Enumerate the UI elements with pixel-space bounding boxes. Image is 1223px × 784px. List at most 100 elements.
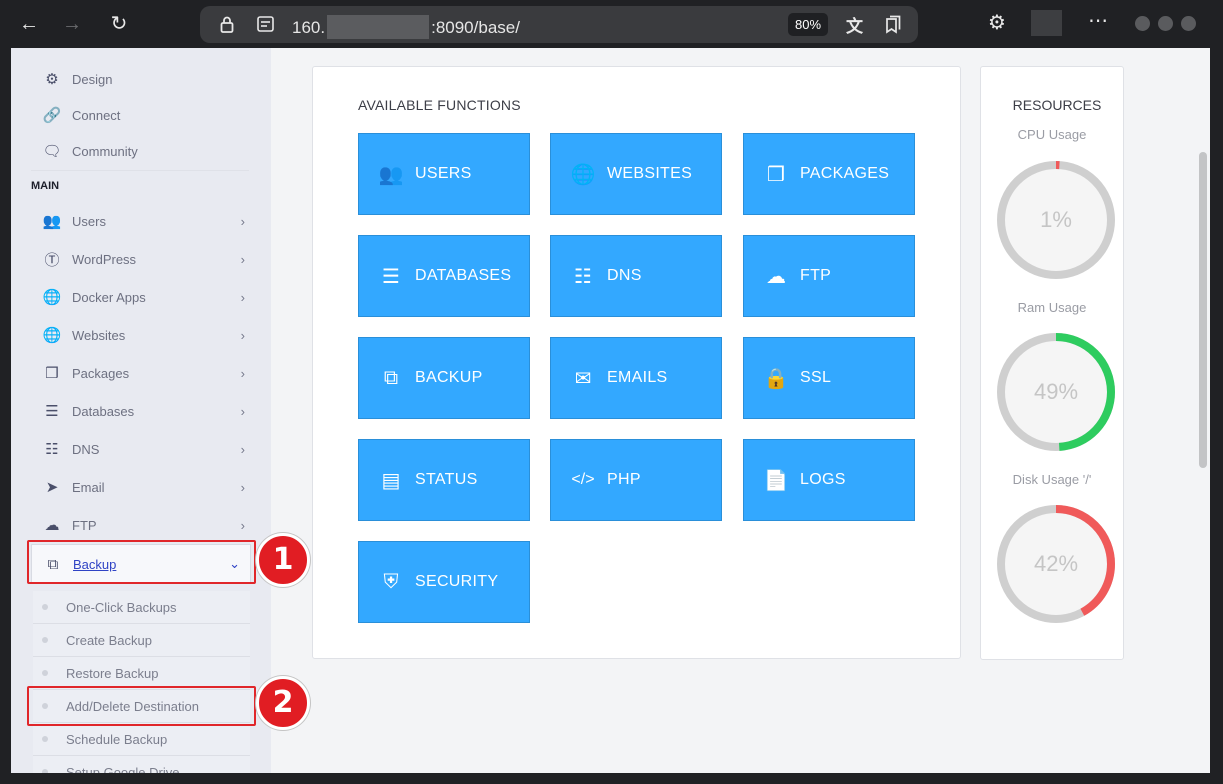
database-icon: ☰: [382, 265, 400, 288]
tile-status[interactable]: ▤ STATUS: [358, 439, 530, 521]
highlight-box-backup: [27, 540, 256, 584]
sidebar-item-wordpress[interactable]: Ⓣ WordPress ›: [31, 243, 249, 275]
submenu-item-label: Restore Backup: [66, 665, 159, 681]
chevron-right-icon: ›: [240, 251, 245, 267]
lock-icon: [220, 16, 234, 33]
sidebar-item-design[interactable]: ⚙ Design: [31, 63, 249, 95]
tile-label: WEBSITES: [607, 165, 693, 182]
forward-arrow-icon[interactable]: →: [58, 10, 86, 38]
sidebar-item-dns[interactable]: ☷ DNS ›: [31, 433, 249, 465]
sidebar-item-databases[interactable]: ☰ Databases ›: [31, 395, 249, 427]
sidebar-item-websites[interactable]: 🌐 Websites ›: [31, 319, 249, 351]
window-control-dot[interactable]: [1158, 16, 1173, 31]
sidebar: ● ⚙ Design 🔗 Connect 🗨 Community MAIN 👥 …: [11, 48, 271, 773]
envelope-icon: ✉: [574, 367, 592, 390]
sidebar-item-packages[interactable]: ❒ Packages ›: [31, 357, 249, 389]
submenu-item-setup-google-drive[interactable]: Setup Google Drive: [33, 756, 250, 773]
sidebar-item-docker-apps[interactable]: 🌐 Docker Apps ›: [31, 281, 249, 313]
globe-icon: 🌐: [42, 327, 62, 344]
url-prefix: 160.: [292, 18, 326, 37]
chevron-right-icon: ›: [240, 403, 245, 419]
tile-websites[interactable]: 🌐 WEBSITES: [550, 133, 722, 215]
back-arrow-icon[interactable]: ←: [15, 10, 43, 38]
sidebar-item-partial[interactable]: ●: [31, 48, 249, 50]
tile-label: DNS: [607, 267, 642, 284]
tile-packages[interactable]: ❒ PACKAGES: [743, 133, 915, 215]
bookmarks-icon[interactable]: [884, 15, 902, 34]
chat-icon: 🗨: [42, 143, 62, 160]
tile-label: USERS: [415, 165, 472, 182]
browser-toolbar: ← → ↻ 160. :8090/base/ 80% 文 ⚙ ⋯: [0, 0, 1223, 48]
cubes-icon: ❒: [45, 365, 59, 382]
sitemap-icon: ☷: [45, 441, 59, 458]
tile-logs[interactable]: 📄 LOGS: [743, 439, 915, 521]
reload-icon[interactable]: ↻: [105, 10, 133, 38]
tile-ssl[interactable]: 🔒 SSL: [743, 337, 915, 419]
sitemap-icon: ☷: [574, 265, 592, 288]
tile-dns[interactable]: ☷ DNS: [550, 235, 722, 317]
extensions-icon[interactable]: ⚙: [988, 10, 1006, 35]
chevron-right-icon: ›: [240, 365, 245, 381]
sidebar-item-connect[interactable]: 🔗 Connect: [31, 99, 249, 131]
more-menu-icon[interactable]: ⋯: [1088, 8, 1109, 33]
sidebar-item-users[interactable]: 👥 Users ›: [31, 205, 249, 237]
sidebar-item-label: Users: [72, 213, 106, 229]
paper-plane-icon: ➤: [45, 479, 59, 496]
chevron-right-icon: ›: [240, 327, 245, 343]
step-number-badge: 2: [256, 676, 310, 730]
tile-security[interactable]: ⛨ SECURITY: [358, 541, 530, 623]
bullet: [42, 769, 48, 773]
url-suffix: :8090/base/: [431, 18, 520, 37]
code-icon: </>: [571, 471, 595, 488]
submenu-item-create-backup[interactable]: Create Backup: [33, 624, 250, 657]
zoom-badge[interactable]: 80%: [788, 13, 828, 36]
panel-title: AVAILABLE FUNCTIONS: [358, 97, 521, 113]
profile-avatar[interactable]: [1031, 10, 1062, 36]
tile-databases[interactable]: ☰ DATABASES: [358, 235, 530, 317]
gear-icon: ⚙: [45, 71, 59, 88]
sidebar-item-email[interactable]: ➤ Email ›: [31, 471, 249, 503]
tile-emails[interactable]: ✉ EMAILS: [550, 337, 722, 419]
scrollbar-thumb[interactable]: [1199, 152, 1207, 468]
sidebar-item-label: FTP: [72, 517, 97, 533]
submenu-item-label: One-Click Backups: [66, 599, 177, 615]
cloud-upload-icon: ☁: [44, 517, 60, 534]
link-icon: 🔗: [42, 107, 62, 124]
wordpress-icon: Ⓣ: [44, 251, 60, 269]
translate-icon[interactable]: 文: [846, 12, 863, 37]
chevron-right-icon: ›: [240, 289, 245, 305]
cloud-upload-icon: ☁: [766, 265, 786, 288]
site-info-icon[interactable]: [257, 16, 274, 32]
tile-label: FTP: [800, 267, 832, 284]
window-control-dot[interactable]: [1135, 16, 1150, 31]
submenu-item-label: Setup Google Drive: [66, 764, 180, 774]
tile-backup[interactable]: ⧉ BACKUP: [358, 337, 530, 419]
tile-label: LOGS: [800, 471, 846, 488]
submenu-item-label: Schedule Backup: [66, 731, 168, 747]
tile-label: SSL: [800, 369, 832, 386]
page-viewport: ● ⚙ Design 🔗 Connect 🗨 Community MAIN 👥 …: [11, 48, 1210, 773]
tile-label: PACKAGES: [800, 165, 890, 182]
gauge-label-cpu: CPU Usage: [1017, 127, 1087, 142]
tile-ftp[interactable]: ☁ FTP: [743, 235, 915, 317]
url-text[interactable]: 160. :8090/base/: [292, 15, 520, 39]
submenu-item-schedule-backup[interactable]: Schedule Backup: [33, 723, 250, 756]
server-icon: ▤: [381, 469, 401, 492]
submenu-item-one-click-backups[interactable]: One-Click Backups: [33, 591, 250, 624]
redacted-ip-mask: [327, 15, 430, 39]
tile-label: BACKUP: [415, 369, 483, 386]
tile-php[interactable]: </> PHP: [550, 439, 722, 521]
window-control-dot[interactable]: [1181, 16, 1196, 31]
sidebar-item-ftp[interactable]: ☁ FTP ›: [31, 509, 249, 541]
address-bar[interactable]: 160. :8090/base/ 80% 文: [200, 6, 918, 43]
users-icon: 👥: [378, 163, 404, 186]
copy-icon: ⧉: [383, 366, 399, 389]
sidebar-item-community[interactable]: 🗨 Community: [31, 135, 249, 167]
tile-users[interactable]: 👥 USERS: [358, 133, 530, 215]
sidebar-item-label: Email: [72, 479, 105, 495]
gauge-value-cpu: 1%: [1040, 207, 1072, 232]
bullet: [42, 670, 48, 676]
sidebar-item-label: DNS: [72, 441, 100, 457]
resources-title: RESOURCES: [1012, 97, 1102, 113]
sidebar-item-label: WordPress: [72, 251, 137, 267]
